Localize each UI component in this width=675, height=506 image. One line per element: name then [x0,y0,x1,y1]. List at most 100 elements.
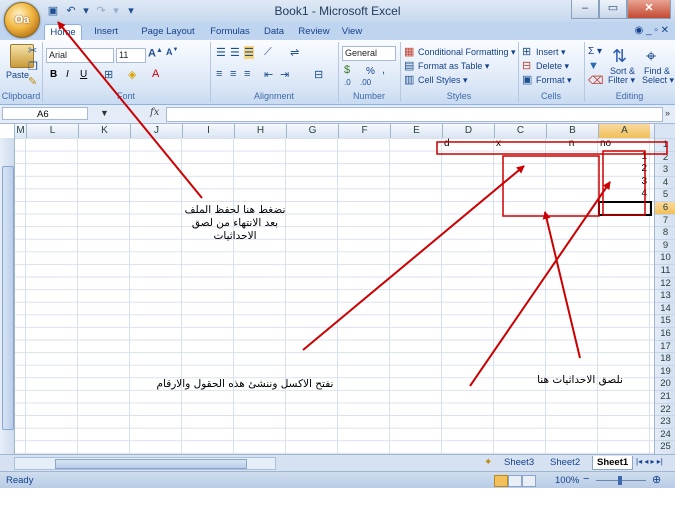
cell-a3[interactable]: 2 [600,163,647,176]
sort-filter-dropdown[interactable]: Filter ▾ [608,75,635,86]
sheet-navigation-icons[interactable]: |◂ ◂ ▸ ▸| [636,457,663,466]
clear-icon[interactable]: ⌫ [588,74,604,87]
column-header-a[interactable]: A [598,124,650,138]
row-header-16[interactable]: 16 [655,327,675,340]
row-header-15[interactable]: 15 [655,314,675,327]
row-header-2[interactable]: 2 [655,150,675,164]
borders-icon[interactable]: ⊞ [104,68,113,81]
copy-icon[interactable]: ❐ [28,60,38,73]
font-name-select[interactable]: Arial [46,48,114,63]
column-header-m[interactable]: M [14,124,26,138]
column-header-d[interactable]: D [442,124,494,138]
row-header-9[interactable]: 9 [655,238,675,252]
column-header-g[interactable]: G [286,124,338,138]
number-format-select[interactable]: General [342,46,396,61]
row-header-18[interactable]: 18 [655,352,675,365]
tab-data[interactable]: Data [258,24,290,40]
office-button[interactable]: Oa [4,2,40,38]
close-button[interactable]: ✕ [627,0,671,19]
insert-sheet-icon[interactable]: ✦ [484,457,492,468]
bold-button[interactable]: B [50,69,57,80]
cell-b1[interactable]: n [548,138,595,151]
row-header-5[interactable]: 5 [655,188,675,201]
cell-a5[interactable]: 4 [600,188,647,201]
font-size-select[interactable]: 11 [116,48,146,63]
tab-page-layout[interactable]: Page Layout [138,24,198,40]
row-header-7[interactable]: 7 [655,213,675,227]
row-header-20[interactable]: 20 [655,377,675,390]
zoom-in-icon[interactable]: ⊕ [652,473,661,486]
active-cell-a6[interactable] [598,201,652,216]
row-header-13[interactable]: 13 [655,289,675,302]
minimize-button[interactable]: – [571,0,599,19]
row-header-3[interactable]: 3 [655,163,675,176]
currency-icon[interactable]: $ [344,64,350,76]
merge-center-icon[interactable]: ⊟ [314,68,323,81]
font-color-icon[interactable]: A [152,68,159,80]
wrap-text-icon[interactable]: ⇌ [290,46,299,59]
conditional-formatting-button[interactable]: Conditional Formatting ▾ [418,47,516,58]
tab-review[interactable]: Review [294,24,334,40]
column-header-f[interactable]: F [338,124,390,138]
fill-icon[interactable]: ▼ [588,60,599,72]
underline-button[interactable]: U [80,69,87,80]
decrease-decimal-icon[interactable]: .00 [360,78,371,87]
cell-d1[interactable]: d [444,138,491,151]
row-header-6[interactable]: 6 [655,201,675,214]
column-header-l[interactable]: L [26,124,78,138]
delete-button[interactable]: Delete ▾ [536,61,569,72]
tab-formulas[interactable]: Formulas [206,24,254,40]
grow-font-icon[interactable]: A▲ [148,47,163,60]
align-left-icon[interactable]: ≡ [216,68,222,80]
sheet-tab-sheet2[interactable]: Sheet2 [546,456,584,469]
column-header-e[interactable]: E [390,124,442,138]
row-header-24[interactable]: 24 [655,427,675,441]
tab-view[interactable]: View [336,24,368,40]
name-box-dropdown-icon[interactable]: ▼ [100,108,109,118]
column-header-i[interactable]: I [182,124,234,138]
align-top-icon[interactable]: ☰ [216,46,226,59]
italic-button[interactable]: I [66,69,69,80]
cell-c1[interactable]: x [496,138,543,151]
tab-home[interactable]: Home [44,24,82,41]
align-middle-icon[interactable]: ☰ [230,46,240,59]
vertical-scroll-thumb[interactable] [2,166,14,430]
cell-a1[interactable]: no [600,138,647,151]
column-header-h[interactable]: H [234,124,286,138]
row-header-12[interactable]: 12 [655,276,675,290]
increase-decimal-icon[interactable]: .0 [344,78,351,87]
page-layout-view-icon[interactable] [508,475,522,487]
row-header-22[interactable]: 22 [655,402,675,416]
align-center-icon[interactable]: ≡ [230,68,236,80]
tab-insert[interactable]: Insert [88,24,124,40]
percent-button[interactable]: % [366,66,375,77]
autosum-button[interactable]: Σ ▾ [588,46,602,57]
row-header-1[interactable]: 1 [655,138,675,151]
vertical-scrollbar[interactable] [0,138,15,454]
row-header-11[interactable]: 11 [655,264,675,277]
formula-input[interactable] [166,107,663,122]
orientation-icon[interactable]: ⟋ [264,46,272,59]
column-header-k[interactable]: K [78,124,130,138]
row-header-14[interactable]: 14 [655,301,675,315]
paste-button[interactable]: Paste [6,70,29,80]
horizontal-scrollbar[interactable] [14,457,276,470]
row-header-4[interactable]: 4 [655,175,675,189]
normal-view-icon[interactable] [494,475,508,487]
cell-a2[interactable]: 1 [600,151,647,164]
format-painter-icon[interactable]: ✎ [28,75,37,88]
zoom-level[interactable]: 100% [555,475,579,486]
horizontal-scroll-thumb[interactable] [55,459,247,469]
expand-formula-bar-icon[interactable]: » [665,108,670,118]
page-break-view-icon[interactable] [522,475,536,487]
format-as-table-button[interactable]: Format as Table ▾ [418,61,489,72]
row-header-21[interactable]: 21 [655,390,675,403]
comma-icon[interactable]: , [382,64,385,76]
ribbon-window-controls[interactable]: ◉ _ ▫ ✕ [634,25,669,36]
cut-icon[interactable]: ✂ [28,44,37,57]
row-header-8[interactable]: 8 [655,226,675,239]
cell-area[interactable]: no n x d 1 2 3 4 [14,138,654,454]
select-all-corner[interactable] [654,124,675,138]
find-select-dropdown[interactable]: Select ▾ [642,75,674,86]
zoom-out-icon[interactable]: − [583,473,589,485]
